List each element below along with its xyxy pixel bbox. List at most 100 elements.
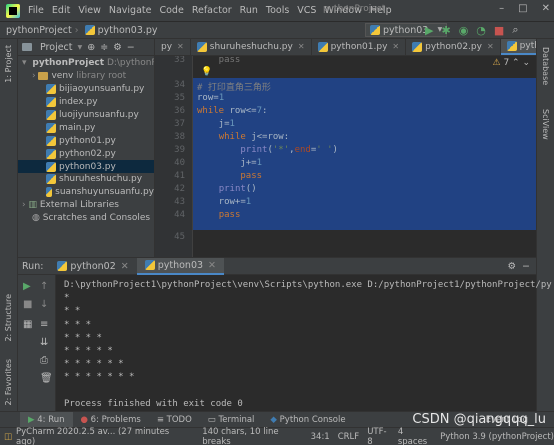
tab-project[interactable]: 1: Project xyxy=(4,45,13,83)
python-file-icon xyxy=(506,40,517,51)
breadcrumb-file[interactable]: python03.py xyxy=(79,25,161,36)
tree-file[interactable]: bijiaoyunsuanfu.py xyxy=(18,83,154,96)
status-message[interactable]: PyCharm 2020.2.5 av... (27 minutes ago) xyxy=(16,427,176,445)
hide-icon[interactable]: − xyxy=(522,261,530,272)
editor-tab[interactable]: python02.py ✕ xyxy=(406,39,501,55)
console-line: D:\pythonProject1\pythonProject\venv\Scr… xyxy=(64,280,552,290)
print-icon[interactable]: ⎙ xyxy=(40,355,48,366)
editor-tab-active[interactable]: python03.py✕ xyxy=(500,39,536,55)
hide-icon[interactable]: − xyxy=(127,42,135,53)
project-icon xyxy=(22,43,32,51)
stop-icon[interactable]: ■ xyxy=(23,299,32,310)
editor-tab[interactable]: python01.py ✕ xyxy=(312,39,407,55)
status-caret-position[interactable]: 34:1 xyxy=(311,432,330,442)
close-icon[interactable]: ✕ xyxy=(392,42,399,51)
project-panel-title[interactable]: Project xyxy=(40,42,73,53)
run-toolbar: ▶ ↑ ■ ↓ ▦ ≡ ⇊ ⎙ 🗑 xyxy=(18,275,56,412)
tree-file[interactable]: main.py xyxy=(18,121,154,134)
editor-tab[interactable]: py ✕ xyxy=(155,39,191,55)
console-output[interactable]: D:\pythonProject1\pythonProject\venv\Scr… xyxy=(64,279,552,411)
tree-file[interactable]: suanshuyunsuanfu.py xyxy=(18,186,154,199)
coverage-icon[interactable]: ◉ xyxy=(459,24,469,37)
menu-code[interactable]: Code xyxy=(155,5,187,16)
tree-scratches[interactable]: ◍ Scratches and Consoles xyxy=(18,212,154,225)
status-indent[interactable]: 4 spaces xyxy=(398,427,432,445)
tab-favorites[interactable]: 2: Favorites xyxy=(4,359,13,405)
rerun-icon[interactable]: ▶ xyxy=(23,281,31,292)
stop-icon[interactable]: ■ xyxy=(494,24,504,37)
menu-file[interactable]: File xyxy=(24,5,48,16)
library-icon: ▥ xyxy=(28,200,37,211)
tab-structure[interactable]: 2: Structure xyxy=(4,294,13,342)
python-file-icon xyxy=(46,110,56,120)
menu-tools[interactable]: Tools xyxy=(262,5,293,16)
layout-icon[interactable]: ▦ xyxy=(23,319,32,330)
close-icon[interactable]: ✕ xyxy=(121,261,129,272)
tree-root[interactable]: ▾ pythonProject D:\pythonPr xyxy=(18,57,154,70)
maximize-icon[interactable]: □ xyxy=(518,3,527,14)
tab-python-console[interactable]: ◆ Python Console xyxy=(262,412,353,428)
tab-problems[interactable]: ● 6: Problems xyxy=(73,412,149,428)
tab-sciview[interactable]: SciView xyxy=(541,109,550,140)
soft-wrap-icon[interactable]: ≡ xyxy=(40,319,48,330)
tree-file[interactable]: python01.py xyxy=(18,134,154,147)
search-icon[interactable]: ⌕ xyxy=(512,23,518,37)
menu-run[interactable]: Run xyxy=(236,5,262,16)
trash-icon[interactable]: 🗑 xyxy=(40,373,53,384)
line-number: 42 xyxy=(174,184,185,194)
tree-file[interactable]: shuruheshuchu.py xyxy=(18,173,154,186)
tree-file[interactable]: index.py xyxy=(18,96,154,109)
tree-file-selected[interactable]: python03.py xyxy=(18,160,154,174)
chevron-down-icon[interactable]: ▾ xyxy=(78,42,83,53)
scroll-up-icon[interactable]: ↑ xyxy=(40,281,48,292)
code-line: j=1 xyxy=(197,119,235,129)
scroll-down-icon[interactable]: ↓ xyxy=(40,299,48,310)
profile-icon[interactable]: ◔ xyxy=(476,24,486,37)
minimize-icon[interactable]: – xyxy=(499,3,504,14)
gear-icon[interactable]: ⚙ xyxy=(507,261,516,272)
python-file-icon xyxy=(196,41,207,52)
menu-bar: File Edit View Navigate Code Refactor Ru… xyxy=(0,0,554,22)
line-number: 43 xyxy=(174,197,185,207)
locate-icon[interactable]: ⊕ xyxy=(87,42,95,53)
close-icon[interactable]: ✕ xyxy=(487,42,494,51)
warning-indicator[interactable]: ⚠ 7 ⌃ ⌄ xyxy=(493,58,531,68)
run-tab[interactable]: python02 ✕ xyxy=(49,258,136,275)
window-title: pythonProject xyxy=(323,4,386,14)
close-icon[interactable]: ✕ xyxy=(298,42,305,51)
line-number: 44 xyxy=(174,210,185,220)
python-file-icon xyxy=(46,122,56,133)
tab-database[interactable]: Database xyxy=(541,47,550,85)
status-interpreter[interactable]: Python 3.9 (pythonProject) xyxy=(440,432,554,442)
tab-todo[interactable]: ≡ TODO xyxy=(149,412,200,428)
close-icon[interactable]: ✕ xyxy=(177,42,184,51)
collapse-icon[interactable]: ≑ xyxy=(100,42,108,53)
tree-external-libraries[interactable]: › ▥ External Libraries xyxy=(18,199,154,212)
tree-file[interactable]: luojiyunsuanfu.py xyxy=(18,109,154,122)
menu-vcs[interactable]: VCS xyxy=(293,5,320,16)
tab-terminal[interactable]: ▭ Terminal xyxy=(200,412,263,428)
close-icon[interactable]: ✕ xyxy=(542,3,550,14)
update-icon: ◫ xyxy=(4,431,13,442)
status-encoding[interactable]: UTF-8 xyxy=(367,427,390,445)
code-editor[interactable]: 💡 ⚠ 7 ⌃ ⌄ 33 pass 34 # 打印直角三角形 35 row=1 … xyxy=(155,56,536,257)
navigation-bar: pythonProject › python03.py python03 ▶ ✱… xyxy=(0,22,554,39)
menu-edit[interactable]: Edit xyxy=(48,5,74,16)
code-line: while row<=7: xyxy=(197,106,268,116)
debug-icon[interactable]: ✱ xyxy=(441,24,450,37)
breadcrumb-project[interactable]: pythonProject xyxy=(0,25,75,36)
status-line-separator[interactable]: CRLF xyxy=(338,432,359,442)
tree-file[interactable]: python02.py xyxy=(18,147,154,160)
close-icon[interactable]: ✕ xyxy=(208,260,216,271)
menu-refactor[interactable]: Refactor xyxy=(188,5,236,16)
scroll-to-end-icon[interactable]: ⇊ xyxy=(40,337,48,348)
lightbulb-icon[interactable]: 💡 xyxy=(201,67,212,77)
menu-navigate[interactable]: Navigate xyxy=(105,5,156,16)
tree-venv[interactable]: › venv library root xyxy=(18,70,154,83)
run-tab-active[interactable]: python03 ✕ xyxy=(136,257,225,275)
editor-tab[interactable]: shuruheshuchu.py ✕ xyxy=(191,39,312,55)
menu-view[interactable]: View xyxy=(74,5,105,16)
tab-run[interactable]: ▶ 4: Run xyxy=(20,411,73,428)
gear-icon[interactable]: ⚙ xyxy=(113,42,122,53)
run-icon[interactable]: ▶ xyxy=(425,24,433,37)
